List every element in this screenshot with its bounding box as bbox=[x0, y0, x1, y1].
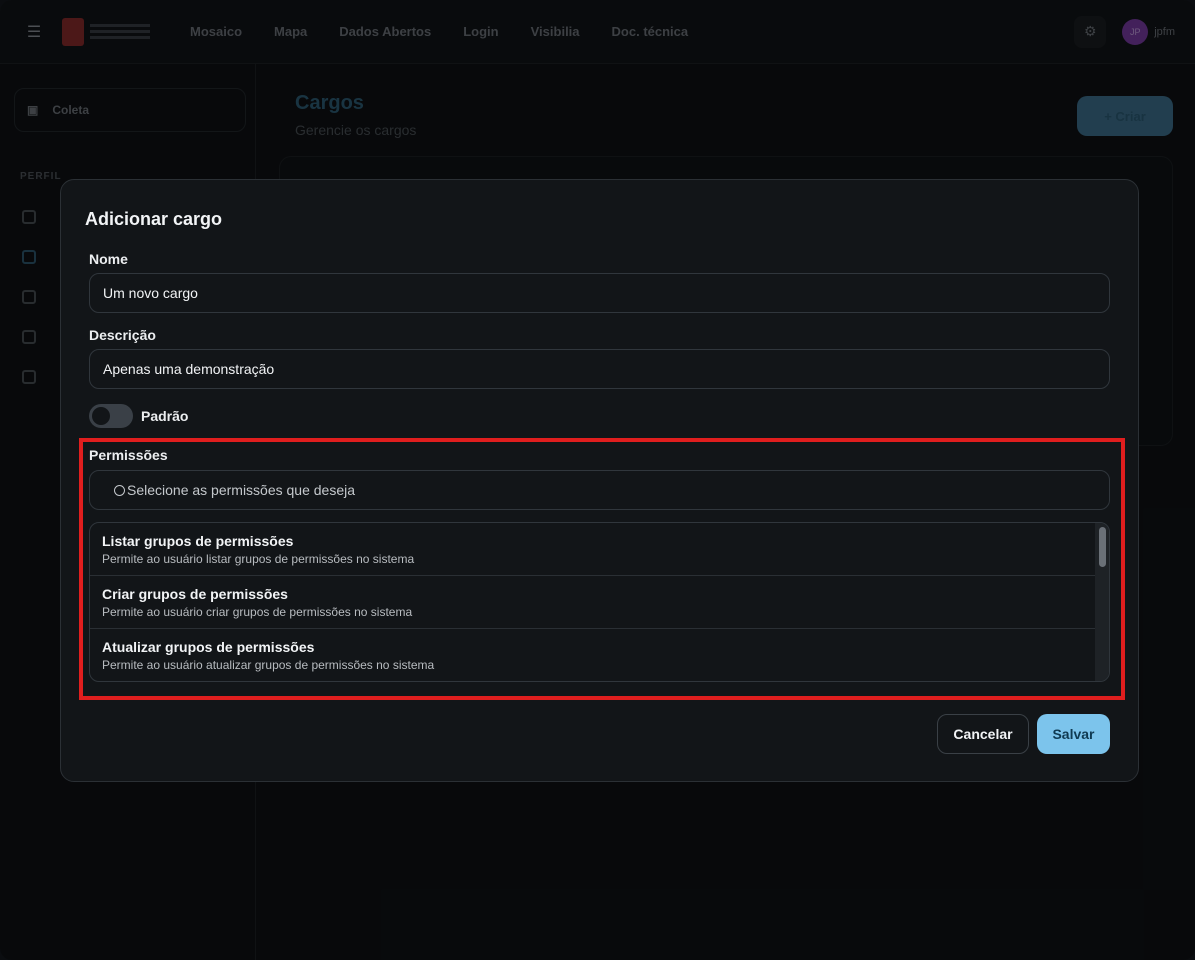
description-field[interactable]: Apenas uma demonstração bbox=[89, 349, 1110, 389]
name-field[interactable]: Um novo cargo bbox=[89, 273, 1110, 313]
save-button[interactable]: Salvar bbox=[1037, 714, 1110, 754]
default-toggle-row: Padrão bbox=[89, 404, 188, 428]
default-toggle-label: Padrão bbox=[141, 408, 189, 424]
default-toggle[interactable] bbox=[89, 404, 133, 428]
highlight-box bbox=[79, 438, 1125, 700]
cancel-button[interactable]: Cancelar bbox=[937, 714, 1029, 754]
description-label: Descrição bbox=[89, 327, 156, 343]
name-label: Nome bbox=[89, 251, 128, 267]
dialog-title: Adicionar cargo bbox=[85, 209, 223, 229]
app-window: ☰ Mosaico Mapa Dados Abertos Login Visib… bbox=[0, 0, 1195, 960]
add-role-dialog: Adicionar cargo Nome Um novo cargo Descr… bbox=[60, 179, 1139, 782]
